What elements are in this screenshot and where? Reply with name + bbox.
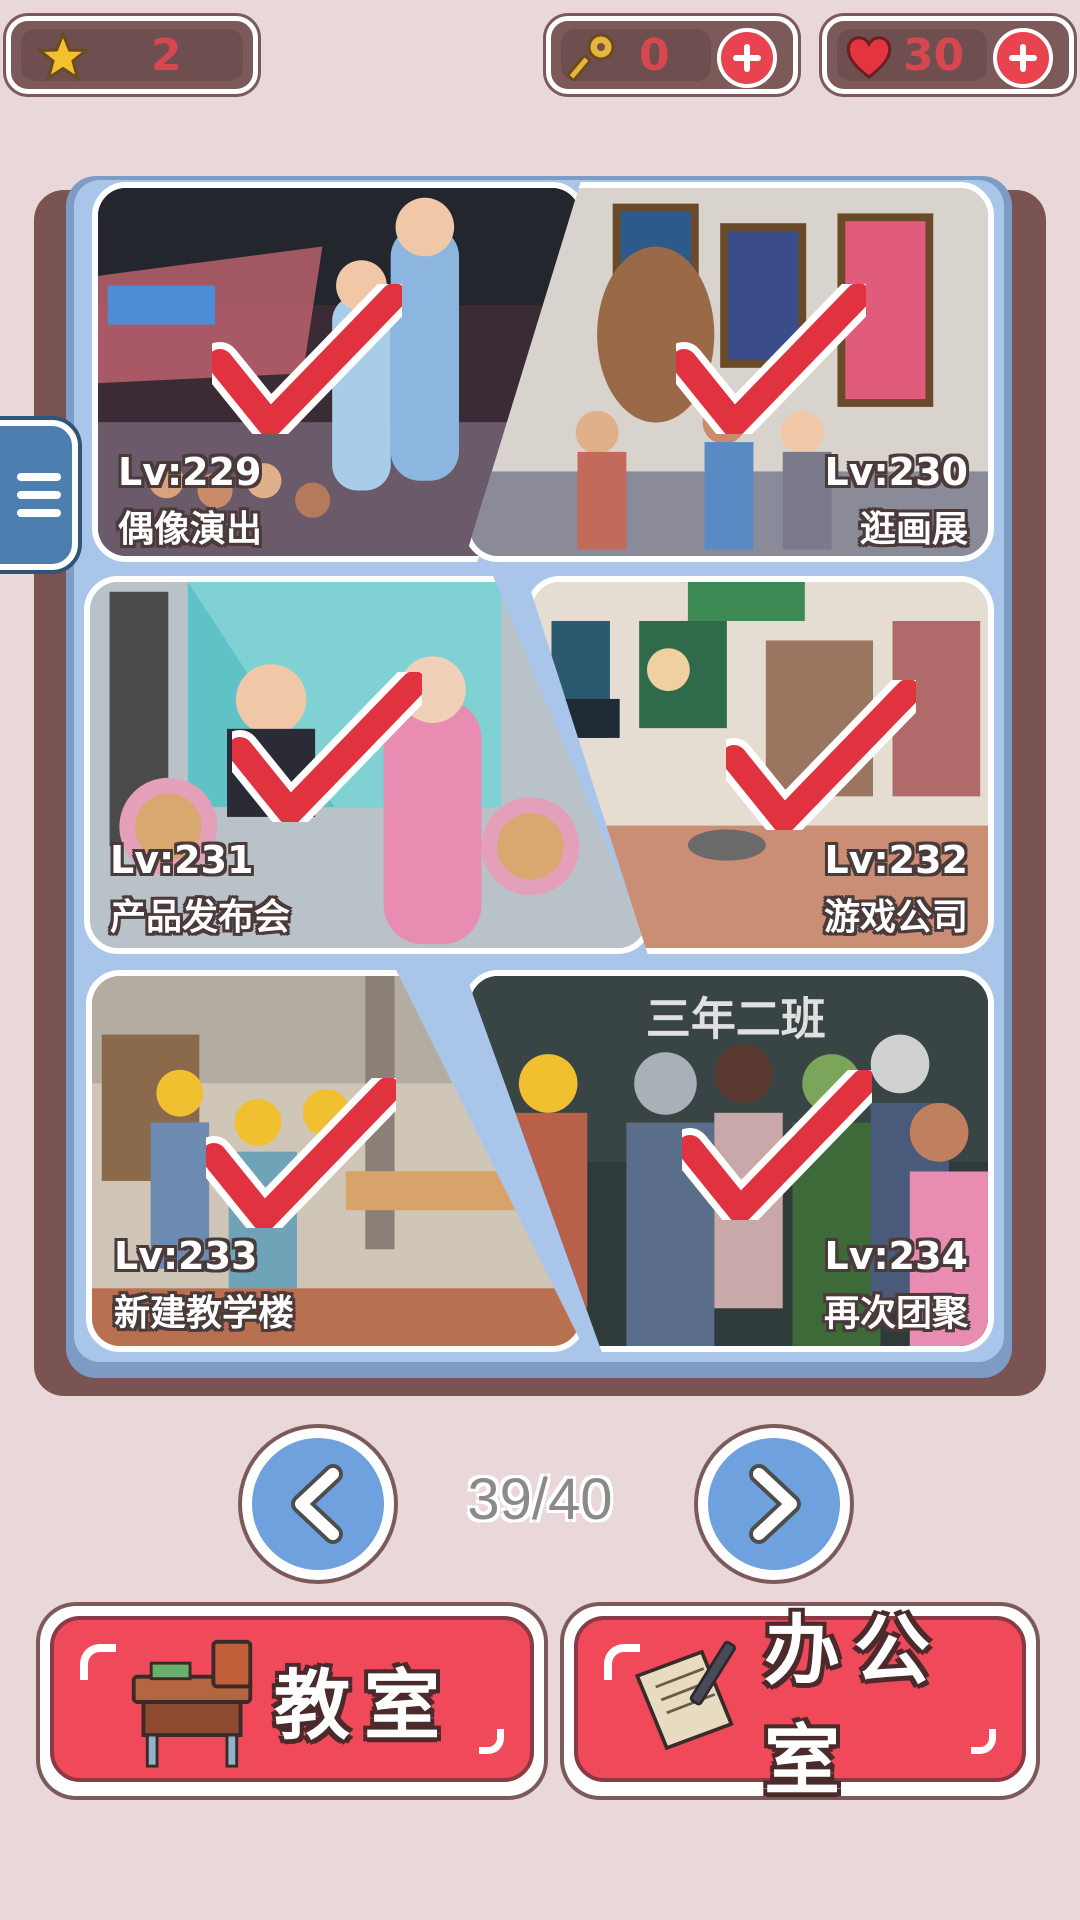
office-button[interactable]: 办公室 <box>564 1606 1036 1805</box>
star-counter: 2 <box>6 16 258 94</box>
notepad-pen-icon <box>634 1640 737 1751</box>
previous-page-button[interactable] <box>242 1428 394 1580</box>
chevron-left-icon <box>291 1464 343 1544</box>
plus-icon <box>733 44 761 72</box>
chevron-right-icon <box>749 1464 801 1544</box>
key-counter: 0 <box>546 16 798 94</box>
star-count: 2 <box>151 29 182 81</box>
checkmark-icon <box>232 672 422 822</box>
classroom-button[interactable]: 教室 <box>40 1606 544 1796</box>
level-name: 新建教学楼 <box>114 1293 295 1334</box>
menu-icon-bar <box>17 509 61 517</box>
page-indicator: 39/40 <box>467 1467 613 1532</box>
menu-icon-bar <box>17 491 61 499</box>
classroom-label: 教室 <box>274 1661 454 1750</box>
heart-icon <box>846 36 892 79</box>
level-number: Lv:232 <box>824 838 968 882</box>
add-hearts-button[interactable] <box>993 28 1053 88</box>
checkmark-icon <box>206 1078 396 1228</box>
key-icon <box>567 33 615 82</box>
add-keys-button[interactable] <box>717 28 777 88</box>
level-name: 再次团聚 <box>823 1293 968 1334</box>
heart-count: 30 <box>903 29 965 81</box>
level-number: Lv:229 <box>118 450 262 494</box>
level-name: 偶像演出 <box>118 509 263 550</box>
level-number: Lv:230 <box>824 450 968 494</box>
level-name: 产品发布会 <box>110 897 291 938</box>
menu-icon-bar <box>17 473 61 481</box>
menu-button[interactable] <box>0 420 78 570</box>
heart-counter: 30 <box>822 16 1074 94</box>
level-number: Lv:234 <box>824 1234 968 1278</box>
plus-icon <box>1009 44 1037 72</box>
level-number: Lv:233 <box>114 1234 258 1278</box>
level-name: 游戏公司 <box>823 897 968 938</box>
level-name: 逛画展 <box>859 509 968 550</box>
checkmark-icon <box>676 284 866 434</box>
level-number: Lv:231 <box>110 838 254 882</box>
checkmark-icon <box>682 1070 872 1220</box>
checkmark-icon <box>212 284 402 434</box>
star-icon <box>37 31 89 82</box>
svg-text:三年二班: 三年二班 <box>646 993 826 1046</box>
next-page-button[interactable] <box>698 1428 850 1580</box>
key-count: 0 <box>639 29 670 81</box>
checkmark-icon <box>726 680 916 830</box>
desk-icon <box>131 1639 253 1768</box>
office-label: 办公室 <box>764 1606 944 1805</box>
